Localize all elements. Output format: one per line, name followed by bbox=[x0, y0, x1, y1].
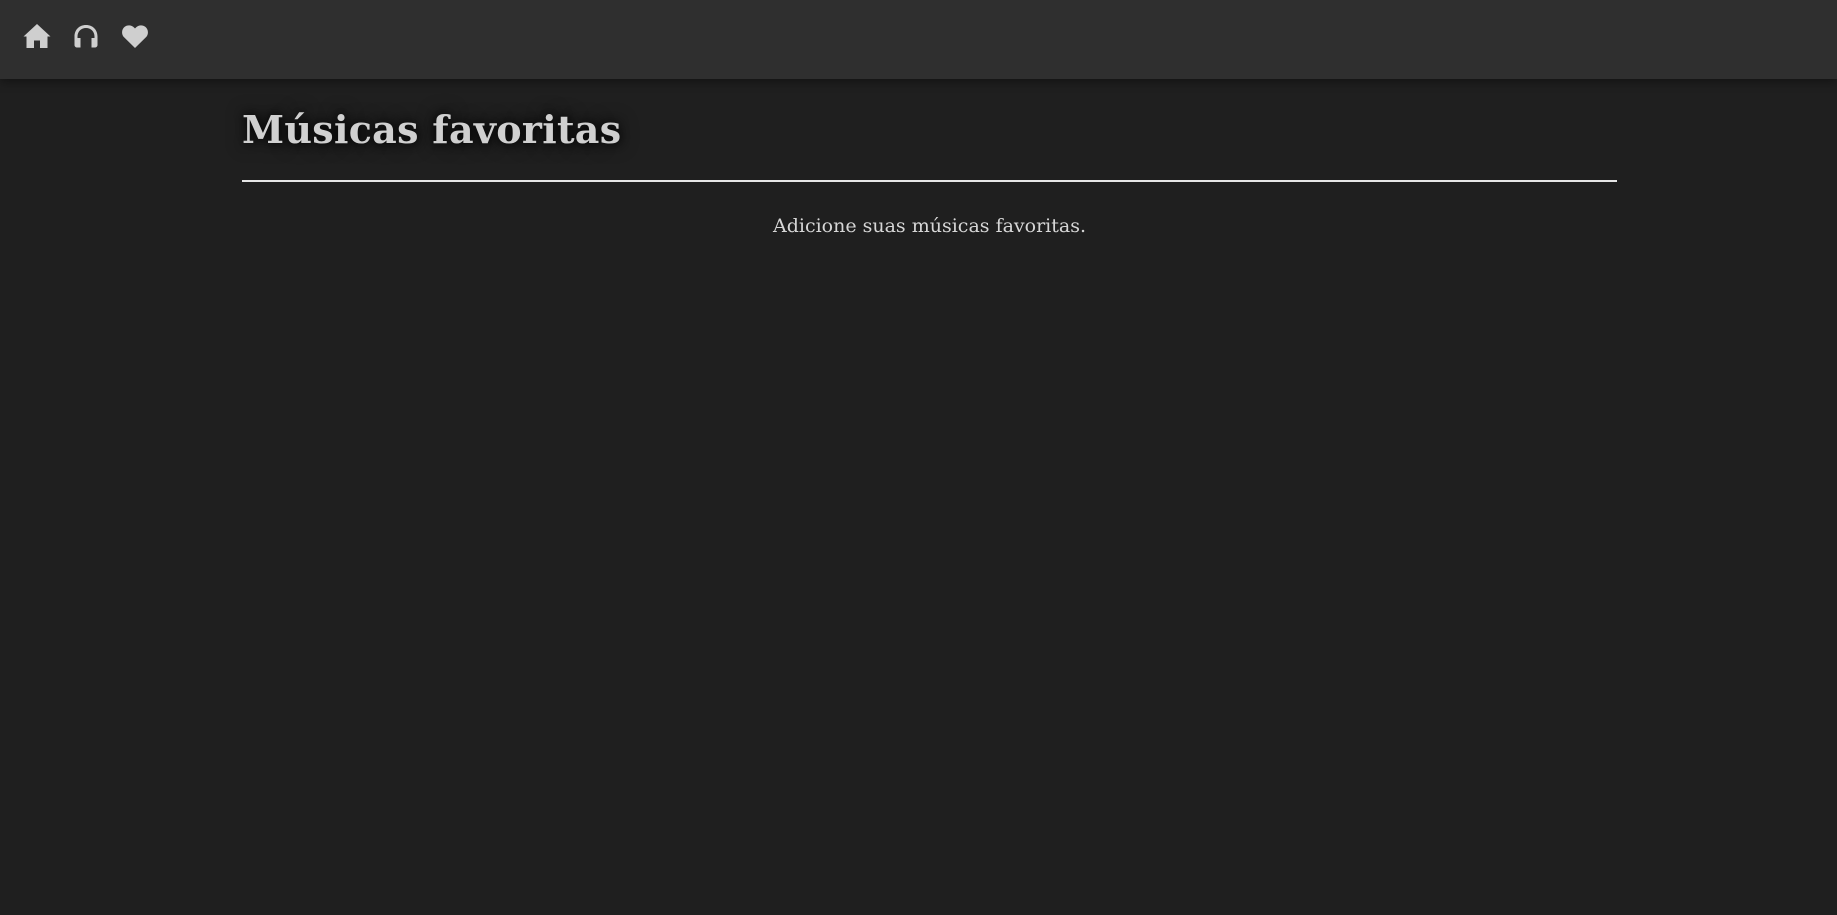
heart-icon bbox=[122, 25, 148, 48]
nav-home-button[interactable] bbox=[22, 21, 52, 51]
home-icon bbox=[23, 24, 51, 48]
page-title: Músicas favoritas bbox=[242, 107, 622, 152]
headphones-icon bbox=[74, 25, 98, 48]
title-divider bbox=[242, 180, 1617, 182]
nav-headphones-button[interactable] bbox=[71, 21, 101, 51]
top-navigation-bar bbox=[0, 0, 1837, 79]
nav-favorites-button[interactable] bbox=[120, 21, 150, 51]
empty-favorites-message: Adicione suas músicas favoritas. bbox=[772, 215, 1087, 237]
favorites-page: Músicas favoritas Adicione suas músicas … bbox=[242, 79, 1617, 256]
